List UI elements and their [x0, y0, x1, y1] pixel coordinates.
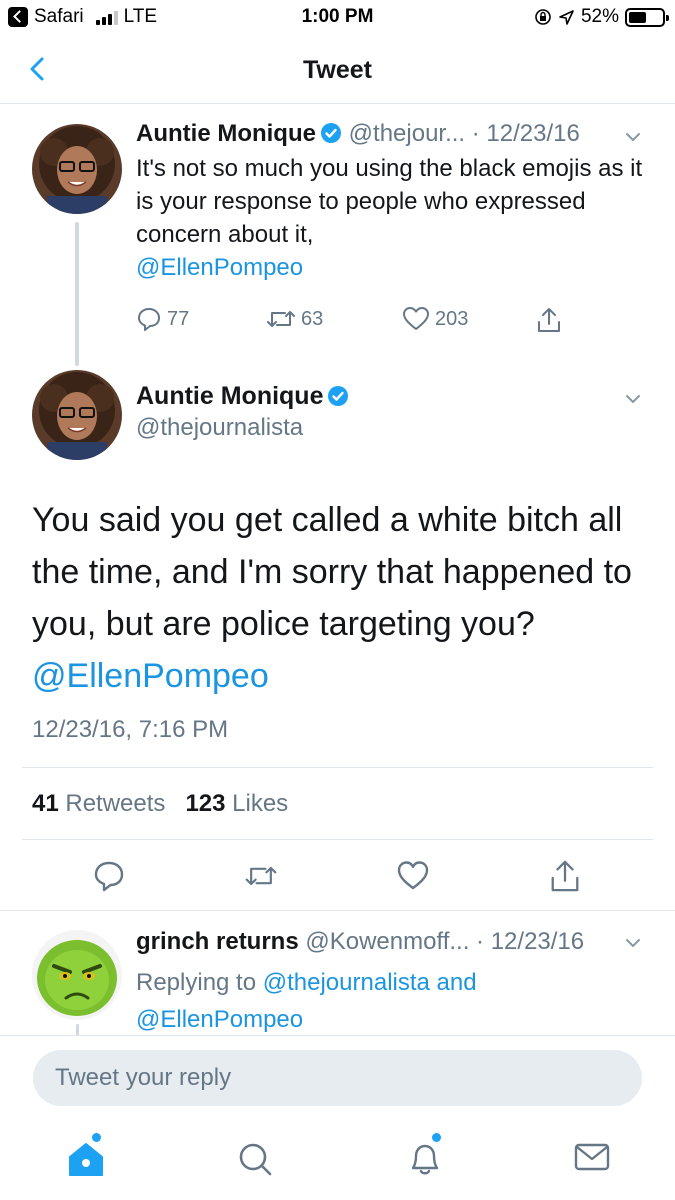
tweet2-timestamp: 12/23/16, 7:16 PM [32, 716, 229, 743]
tweet1-author-name[interactable]: Auntie Monique [136, 120, 316, 147]
thread-line [75, 222, 79, 366]
home-icon [69, 1143, 103, 1176]
avatar-auntie-monique[interactable] [32, 124, 122, 214]
tweet2-actions [0, 855, 675, 899]
tweet1-reply-count: 77 [167, 307, 190, 330]
caret-down-icon[interactable] [624, 128, 642, 146]
reply-icon [138, 308, 160, 331]
caret-down-icon[interactable] [624, 390, 642, 408]
tweet1-actions: 77 63 203 [136, 306, 596, 336]
replying-to-and: and [436, 969, 477, 996]
avatar-image [32, 370, 122, 460]
tweet1-text: It's not so much you using the black emo… [136, 155, 643, 248]
retweet-icon [267, 311, 295, 327]
tweet1-text-block: It's not so much you using the black emo… [136, 152, 656, 284]
tweet2-author-name[interactable]: Auntie Monique [136, 382, 323, 410]
nav-bar: Tweet [0, 36, 675, 104]
retweet-icon[interactable] [244, 859, 278, 893]
tweet1-retweet-button[interactable]: 63 [266, 306, 323, 332]
tweet1-like-count: 203 [435, 307, 469, 330]
tweet1-date: · 12/23/16 [471, 120, 580, 147]
avatar-grinch-returns[interactable] [32, 930, 122, 1020]
tweet2-handle[interactable]: @thejournalista [136, 414, 303, 442]
tweet1-like-button[interactable]: 203 [402, 306, 468, 332]
tab-search[interactable] [236, 1135, 276, 1179]
tweet1-handle[interactable]: @thejour... [349, 120, 465, 147]
battery-percent: 52% [580, 6, 619, 27]
reply-bar [0, 1035, 675, 1121]
like-icon [403, 307, 429, 330]
tab-messages[interactable] [572, 1135, 612, 1179]
tweet1-share-button[interactable] [536, 306, 562, 334]
rotation-lock-icon [535, 9, 551, 25]
divider [22, 839, 653, 840]
divider [0, 910, 675, 911]
messages-icon [574, 1143, 610, 1171]
caret-down-icon[interactable] [624, 934, 642, 952]
tab-notifications[interactable] [405, 1133, 445, 1179]
avatar-image [32, 124, 122, 214]
notifications-dot [432, 1133, 441, 1142]
tweet3-handle[interactable]: @Kowenmoff... [305, 928, 469, 955]
tweet1-header: Auntie Monique @thejour... · 12/23/16 [136, 120, 580, 148]
status-bar: Safari LTE 1:00 PM 52% [0, 0, 675, 36]
reply-icon[interactable] [92, 859, 126, 893]
page-title: Tweet [303, 56, 372, 84]
tweet3-date: · 12/23/16 [476, 928, 585, 955]
tweet1-mention[interactable]: @EllenPompeo [136, 254, 303, 281]
avatar-auntie-monique-main[interactable] [32, 370, 122, 460]
tweet2-mention[interactable]: @EllenPompeo [32, 657, 269, 695]
replying-to-user-2[interactable]: @EllenPompeo [136, 1006, 303, 1033]
notifications-icon [411, 1144, 439, 1175]
tweet2-text: You said you get called a white bitch al… [32, 501, 632, 643]
tweet3-header: grinch returns @Kowenmoff... · 12/23/16 [136, 928, 584, 956]
search-icon [239, 1143, 272, 1176]
tab-home[interactable] [66, 1133, 106, 1179]
home-notification-dot [92, 1133, 101, 1142]
tweet2-text-block: You said you get called a white bitch al… [32, 494, 652, 702]
verified-badge-icon [328, 386, 349, 406]
share-icon [538, 308, 560, 332]
retweets-stat[interactable]: 41 Retweets [32, 790, 165, 817]
retweets-label: Retweets [65, 790, 166, 817]
replying-to-prefix: Replying to [136, 969, 257, 996]
battery-icon [625, 7, 669, 27]
tweet3-replying-to: Replying to @thejournalista and @EllenPo… [136, 964, 636, 1038]
avatar-image [32, 930, 122, 1020]
divider [22, 767, 653, 768]
location-arrow-icon [559, 9, 574, 25]
tweet1-retweet-count: 63 [301, 307, 324, 330]
battery-fill [629, 11, 646, 23]
reply-input[interactable] [33, 1050, 642, 1106]
tweet2-stats: 41 Retweets 123 Likes [32, 790, 288, 818]
tweet1-reply-button[interactable]: 77 [136, 306, 189, 332]
like-icon[interactable] [396, 859, 430, 893]
tweet2-author: Auntie Monique [136, 382, 349, 411]
replying-to-user-1[interactable]: @thejournalista [263, 969, 430, 996]
verified-badge-icon [320, 123, 341, 143]
retweet-count: 41 [32, 790, 59, 817]
likes-stat[interactable]: 123 Likes [185, 790, 288, 817]
likes-label: Likes [232, 790, 289, 817]
tweet3-author-name[interactable]: grinch returns [136, 928, 299, 955]
like-count: 123 [185, 790, 226, 817]
tab-bar [0, 1121, 675, 1200]
share-icon[interactable] [548, 859, 582, 893]
